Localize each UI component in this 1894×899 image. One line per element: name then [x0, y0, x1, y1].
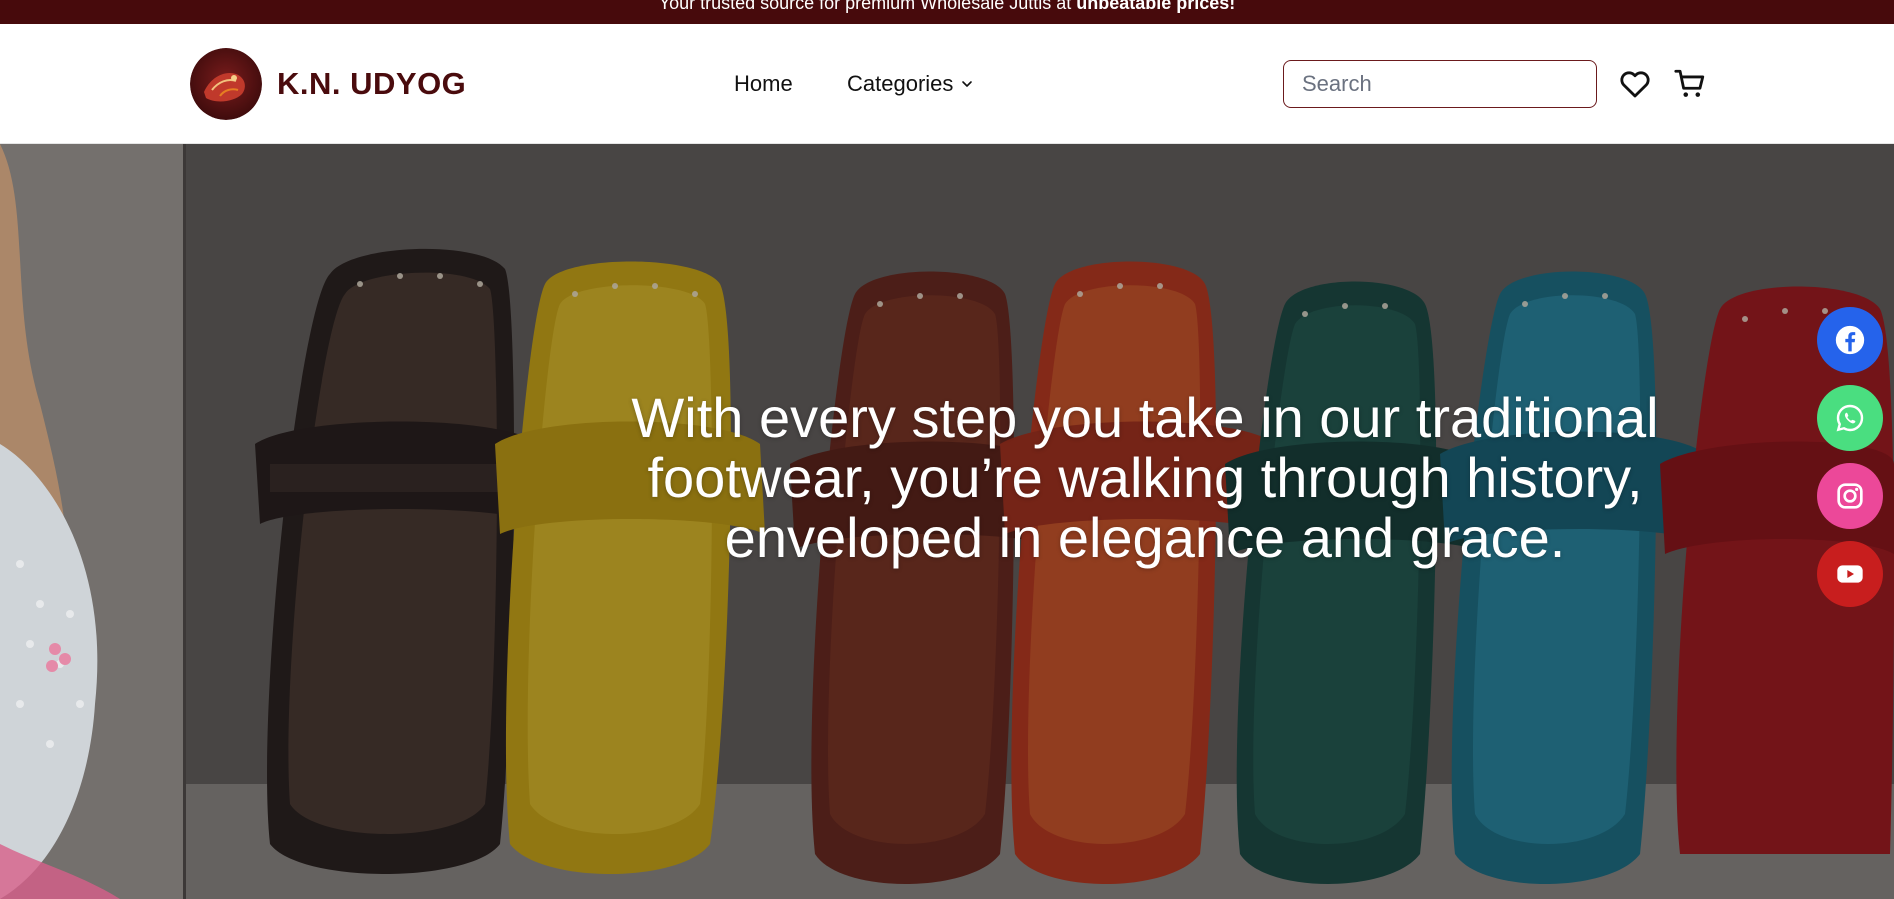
chevron-down-icon [962, 81, 973, 87]
search-input[interactable] [1283, 60, 1597, 108]
jutti-logo-icon[interactable] [190, 48, 262, 120]
brand-name[interactable]: K.N. UDYOG [277, 66, 466, 102]
site-header: K.N. UDYOG Home Categories [0, 24, 1894, 144]
nav-categories-label: Categories [847, 71, 954, 96]
facebook-icon[interactable] [1817, 307, 1883, 373]
hero-line-3: enveloped in elegance and grace. [724, 506, 1566, 569]
hero-line-1: With every step you take in our traditio… [631, 386, 1659, 449]
nav-categories[interactable]: Categories [847, 71, 973, 97]
whatsapp-icon[interactable] [1817, 385, 1883, 451]
youtube-icon[interactable] [1817, 541, 1883, 607]
announcement-highlight: unbeatable prices! [1076, 0, 1236, 13]
announcement-bar: Your trusted source for premium Wholesal… [0, 0, 1894, 24]
heart-icon[interactable] [1618, 67, 1652, 101]
hero-banner: With every step you take in our traditio… [0, 144, 1894, 899]
hero-line-2: footwear, you’re walking through history… [647, 446, 1643, 509]
hero-tagline: With every step you take in our traditio… [560, 388, 1730, 568]
nav-home[interactable]: Home [734, 71, 793, 97]
announcement-text: Your trusted source for premium Wholesal… [658, 0, 1077, 13]
instagram-icon[interactable] [1817, 463, 1883, 529]
cart-icon[interactable] [1673, 67, 1707, 101]
